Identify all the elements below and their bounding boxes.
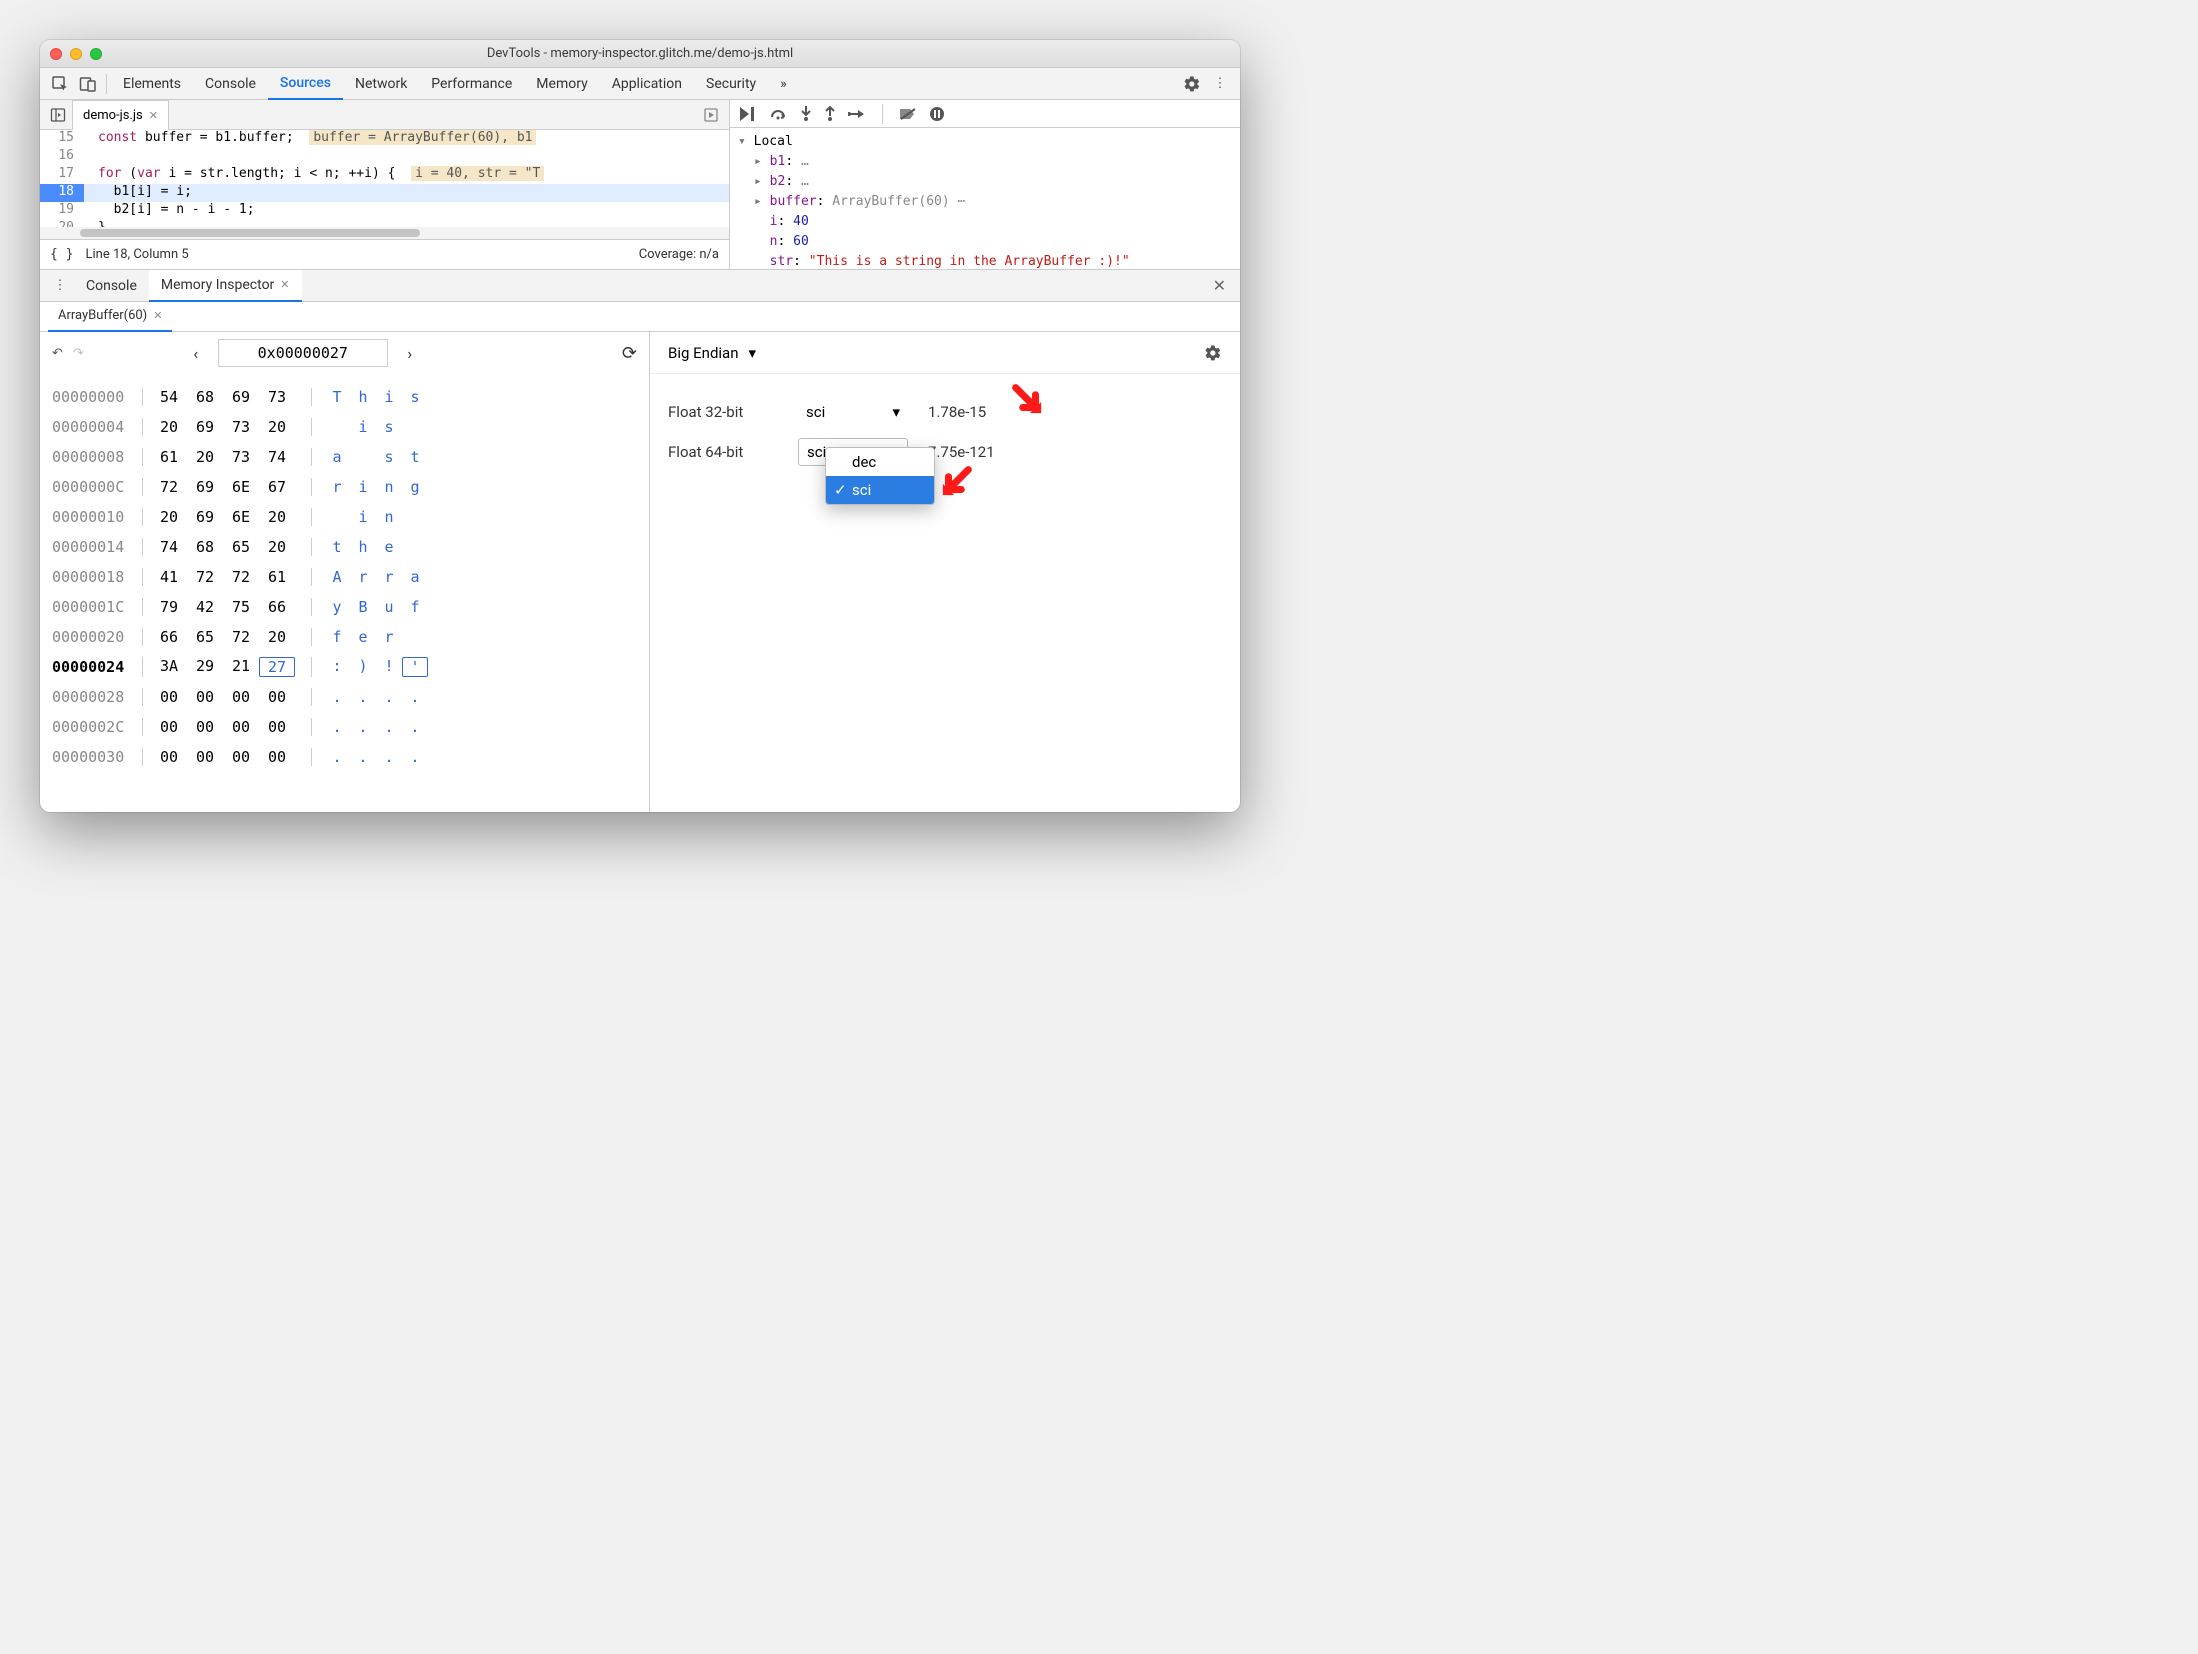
titlebar: DevTools - memory-inspector.glitch.me/de… (40, 40, 1240, 68)
step-out-icon[interactable] (824, 106, 836, 122)
devtools-window: DevTools - memory-inspector.glitch.me/de… (40, 40, 1240, 812)
chevron-down-icon: ▾ (749, 344, 757, 362)
inspect-element-icon[interactable] (46, 70, 74, 98)
value-format-select[interactable]: sci▾ (798, 398, 908, 426)
memory-buffer-tab[interactable]: ArrayBuffer(60) ✕ (48, 302, 172, 332)
undo-icon[interactable]: ↶ (52, 346, 63, 361)
source-file-name: demo-js.js (83, 108, 143, 123)
tab-security[interactable]: Security (694, 68, 768, 100)
tab-network[interactable]: Network (343, 68, 419, 100)
annotation-arrow (1010, 382, 1044, 416)
format-dropdown[interactable]: decsci (825, 447, 935, 505)
drawer-tabbar: ⋮ ConsoleMemory Inspector ✕ ✕ (40, 270, 1240, 302)
address-input[interactable] (218, 339, 388, 367)
device-toolbar-icon[interactable] (74, 70, 102, 98)
value-settings-icon[interactable] (1204, 344, 1222, 362)
close-icon[interactable]: ✕ (153, 309, 162, 322)
tab-console[interactable]: Console (193, 68, 268, 100)
value-interpreter: Big Endian ▾ Float 32-bitsci▾1.78e-15Flo… (650, 332, 1240, 812)
memory-nav: ↶ ↷ ‹ › ⟳ (40, 332, 649, 374)
source-tabbar: demo-js.js ✕ (40, 100, 729, 130)
step-into-icon[interactable] (800, 106, 812, 122)
source-file-tab[interactable]: demo-js.js ✕ (72, 100, 169, 130)
tab-elements[interactable]: Elements (111, 68, 193, 100)
run-snippet-icon[interactable] (697, 101, 725, 129)
window-title: DevTools - memory-inspector.glitch.me/de… (40, 46, 1240, 61)
redo-icon[interactable]: ↷ (73, 346, 84, 361)
coverage-status: Coverage: n/a (639, 247, 719, 262)
value-type-label: Float 64-bit (668, 443, 778, 461)
pause-on-exceptions-icon[interactable] (929, 106, 945, 122)
memory-inspector-tabbar: ArrayBuffer(60) ✕ (40, 302, 1240, 332)
close-icon[interactable]: ✕ (149, 109, 158, 122)
dropdown-option-sci[interactable]: sci (826, 476, 934, 504)
value-row: Float 32-bit sci▾ 1.78e-15 (668, 392, 1222, 432)
drawer-tab-memory-inspector[interactable]: Memory Inspector ✕ (149, 270, 302, 302)
drawer-close-icon[interactable]: ✕ (1205, 276, 1234, 295)
tab-application[interactable]: Application (600, 68, 694, 100)
value-display: 7.75e-121 (928, 443, 995, 461)
tab-sources[interactable]: Sources (268, 68, 343, 100)
source-statusbar: { } Line 18, Column 5 Coverage: n/a (40, 239, 729, 269)
main-toolbar: ElementsConsoleSourcesNetworkPerformance… (40, 68, 1240, 100)
deactivate-breakpoints-icon[interactable] (899, 107, 917, 121)
navigator-toggle-icon[interactable] (44, 101, 72, 129)
annotation-arrow (940, 464, 974, 498)
step-icon[interactable] (848, 108, 866, 120)
tab-memory[interactable]: Memory (524, 68, 599, 100)
hex-viewer[interactable]: 0000000054686973This0000000420697320 is … (40, 374, 649, 780)
resume-icon[interactable] (740, 107, 758, 121)
prev-address-button[interactable]: ‹ (184, 344, 208, 363)
drawer-menu-icon[interactable]: ⋮ (46, 272, 74, 300)
value-display: 1.78e-15 (928, 403, 986, 421)
horizontal-scrollbar[interactable] (40, 227, 729, 239)
cursor-position: Line 18, Column 5 (85, 247, 188, 262)
next-address-button[interactable]: › (398, 344, 422, 363)
endianness-label: Big Endian (668, 344, 739, 362)
pretty-print-icon[interactable]: { } (50, 247, 73, 262)
scope-pane[interactable]: Localb1: …b2: …buffer: ArrayBuffer(60) ⋯… (730, 128, 1240, 269)
drawer-tab-console[interactable]: Console (74, 270, 149, 302)
code-editor[interactable]: 15const buffer = b1.buffer; buffer = Arr… (40, 130, 729, 227)
dropdown-option-dec[interactable]: dec (826, 448, 934, 476)
gear-icon[interactable] (1178, 70, 1206, 98)
value-type-label: Float 32-bit (668, 403, 778, 421)
tab-performance[interactable]: Performance (419, 68, 524, 100)
tabs-overflow-icon[interactable]: » (768, 68, 799, 100)
memory-buffer-label: ArrayBuffer(60) (58, 308, 147, 323)
refresh-icon[interactable]: ⟳ (622, 343, 637, 364)
endianness-select[interactable]: Big Endian ▾ (668, 344, 756, 362)
kebab-menu-icon[interactable]: ⋮ (1206, 70, 1234, 98)
debugger-toolbar (730, 100, 1240, 128)
step-over-icon[interactable] (770, 107, 788, 121)
